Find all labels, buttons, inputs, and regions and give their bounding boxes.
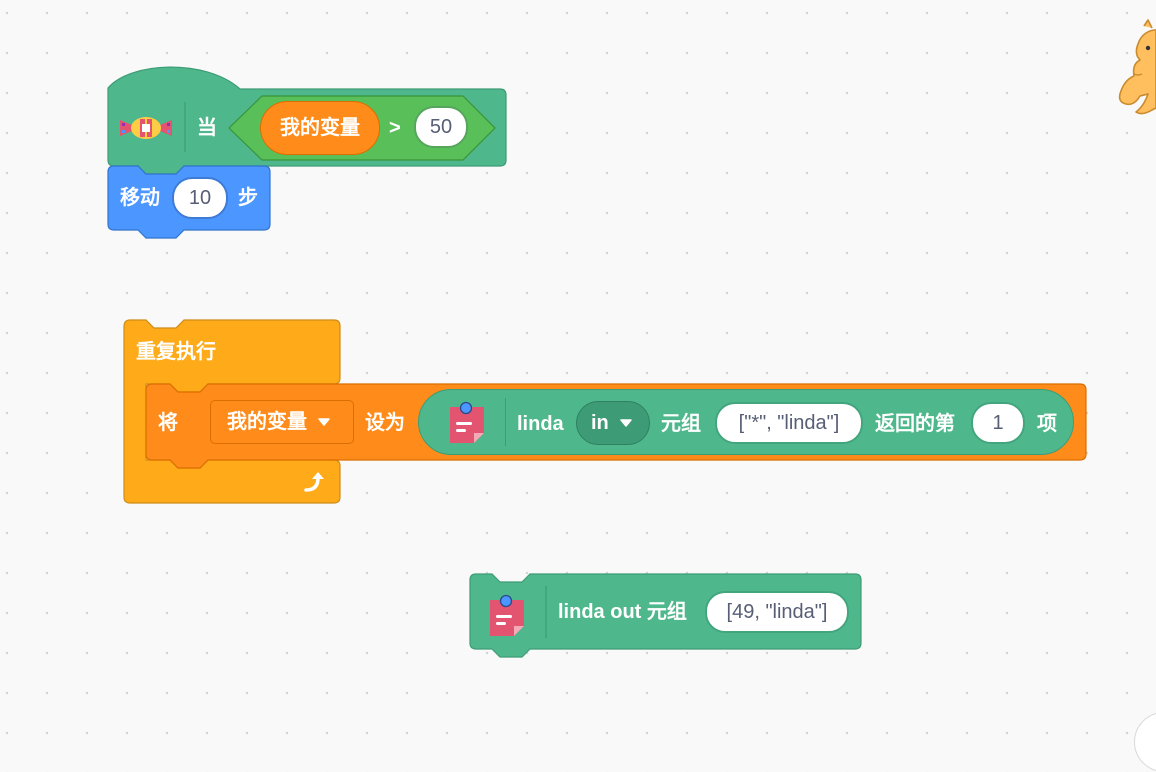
cat-sprite-icon[interactable] [1114,18,1156,118]
out-tuple-input[interactable]: [49, "linda"] [705,591,849,633]
linda-out-block-shape [469,573,862,658]
linda-out-label: linda out 元组 [558,601,687,623]
sticky-note-icon [490,594,524,636]
out-tuple-input-value: [49, "linda"] [726,600,828,623]
